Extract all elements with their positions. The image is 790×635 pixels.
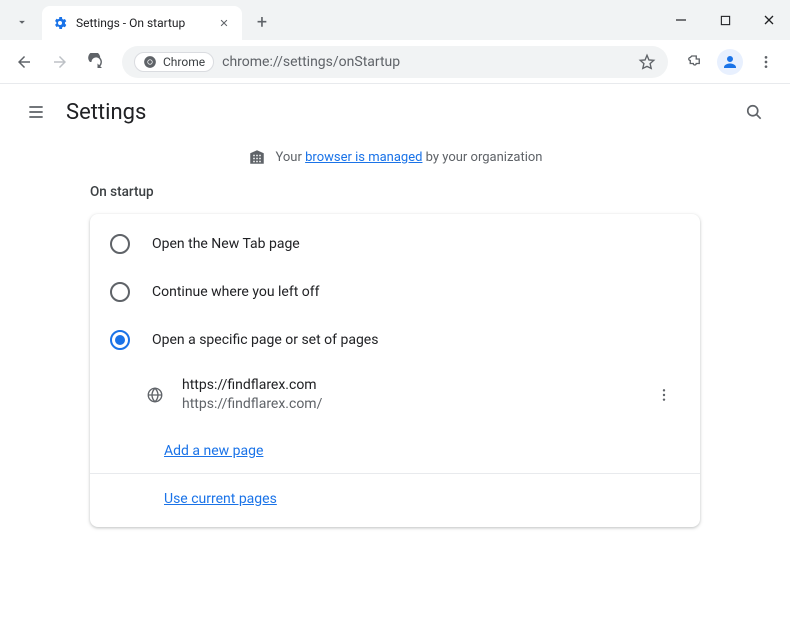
- managed-text: Your browser is managed by your organiza…: [276, 150, 543, 165]
- site-chip-label: Chrome: [163, 55, 205, 69]
- page-title-text: https://findflarex.com: [182, 376, 630, 395]
- arrow-left-icon: [15, 53, 33, 71]
- radio-icon: [110, 330, 130, 350]
- radio-icon: [110, 234, 130, 254]
- managed-banner: Your browser is managed by your organiza…: [0, 140, 790, 184]
- startup-page-row: https://findflarex.com https://findflare…: [90, 364, 700, 426]
- site-chip: Chrome: [134, 52, 214, 72]
- profile-button[interactable]: [714, 46, 746, 78]
- settings-gear-icon: [52, 15, 68, 31]
- option-label: Open the New Tab page: [152, 236, 300, 252]
- browser-tab[interactable]: Settings - On startup: [42, 6, 242, 40]
- browser-menu-button[interactable]: [750, 46, 782, 78]
- close-icon: [219, 18, 229, 28]
- hamburger-icon: [26, 102, 46, 122]
- managed-link[interactable]: browser is managed: [305, 150, 422, 165]
- settings-menu-button[interactable]: [16, 92, 56, 132]
- browser-titlebar: Settings - On startup +: [0, 0, 790, 40]
- option-label: Continue where you left off: [152, 284, 320, 300]
- search-icon: [744, 102, 764, 122]
- puzzle-icon: [685, 53, 703, 71]
- radio-icon: [110, 282, 130, 302]
- option-open-new-tab[interactable]: Open the New Tab page: [90, 220, 700, 268]
- minimize-button[interactable]: [668, 7, 694, 33]
- search-settings-button[interactable]: [734, 92, 774, 132]
- page-title: Settings: [66, 100, 146, 125]
- minimize-icon: [675, 14, 687, 26]
- settings-content: On startup Open the New Tab page Continu…: [0, 184, 790, 527]
- bookmark-button[interactable]: [638, 53, 656, 71]
- option-continue[interactable]: Continue where you left off: [90, 268, 700, 316]
- star-icon: [638, 53, 656, 71]
- option-specific-pages[interactable]: Open a specific page or set of pages: [90, 316, 700, 364]
- kebab-icon: [656, 387, 672, 403]
- close-window-button[interactable]: [756, 7, 782, 33]
- close-tab-button[interactable]: [216, 15, 232, 31]
- section-label: On startup: [90, 184, 700, 200]
- arrow-right-icon: [51, 53, 69, 71]
- forward-button[interactable]: [44, 46, 76, 78]
- page-actions-button[interactable]: [648, 379, 680, 411]
- building-icon: [248, 148, 266, 166]
- close-icon: [763, 14, 775, 26]
- startup-card: Open the New Tab page Continue where you…: [90, 214, 700, 527]
- back-button[interactable]: [8, 46, 40, 78]
- chevron-down-icon: [15, 15, 29, 29]
- reload-button[interactable]: [80, 46, 112, 78]
- use-current-row: Use current pages: [90, 473, 700, 521]
- globe-icon: [146, 386, 164, 404]
- page-url-text: https://findflarex.com/: [182, 395, 630, 414]
- kebab-icon: [758, 54, 774, 70]
- add-page-row: Add a new page: [90, 426, 700, 473]
- settings-header: Settings: [0, 84, 790, 140]
- reload-icon: [87, 53, 105, 71]
- chrome-icon: [143, 55, 157, 69]
- maximize-button[interactable]: [712, 7, 738, 33]
- address-bar[interactable]: Chrome chrome://settings/onStartup: [122, 46, 668, 78]
- add-page-link[interactable]: Add a new page: [164, 443, 263, 459]
- extensions-button[interactable]: [678, 46, 710, 78]
- option-label: Open a specific page or set of pages: [152, 332, 378, 348]
- maximize-icon: [720, 15, 731, 26]
- url-text: chrome://settings/onStartup: [222, 54, 630, 70]
- page-info: https://findflarex.com https://findflare…: [182, 376, 630, 414]
- search-tabs-button[interactable]: [8, 8, 36, 36]
- window-controls: [668, 0, 782, 40]
- tab-title: Settings - On startup: [76, 16, 216, 30]
- use-current-link[interactable]: Use current pages: [164, 491, 277, 507]
- browser-toolbar: Chrome chrome://settings/onStartup: [0, 40, 790, 84]
- new-tab-button[interactable]: +: [248, 8, 276, 36]
- avatar-icon: [717, 49, 743, 75]
